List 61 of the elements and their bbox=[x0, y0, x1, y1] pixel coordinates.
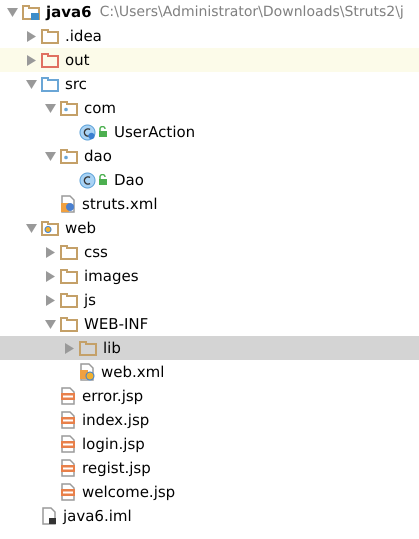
item-label: css bbox=[84, 243, 108, 261]
item-label: UserAction bbox=[114, 123, 196, 141]
jsp-file-icon bbox=[60, 483, 76, 501]
web-xml-file-icon bbox=[79, 363, 95, 381]
item-label: java6 bbox=[46, 3, 92, 21]
collapse-arrow-icon[interactable] bbox=[44, 150, 56, 162]
jsp-file-icon bbox=[60, 411, 76, 429]
jsp-file-icon bbox=[60, 435, 76, 453]
item-label: regist.jsp bbox=[82, 459, 151, 477]
web-folder-icon bbox=[41, 220, 59, 236]
source-folder-icon bbox=[41, 76, 59, 92]
jsp-file-icon bbox=[60, 387, 76, 405]
tree-row[interactable]: out bbox=[0, 48, 419, 72]
item-label: welcome.jsp bbox=[82, 483, 176, 501]
unlocked-lock-icon bbox=[98, 126, 108, 138]
iml-file-icon bbox=[41, 507, 57, 525]
package-icon bbox=[60, 148, 78, 164]
item-label: login.jsp bbox=[82, 435, 145, 453]
tree-row[interactable]: lib bbox=[0, 336, 419, 360]
folder-icon bbox=[60, 292, 78, 308]
item-label: dao bbox=[84, 147, 112, 165]
expand-arrow-icon[interactable] bbox=[26, 30, 36, 42]
item-label: web bbox=[65, 219, 96, 237]
struts-xml-file-icon bbox=[60, 195, 76, 213]
expand-arrow-icon[interactable] bbox=[64, 342, 74, 354]
folder-icon bbox=[60, 316, 78, 332]
item-label: java6.iml bbox=[63, 507, 132, 525]
item-label: src bbox=[65, 75, 87, 93]
jsp-file-icon bbox=[60, 459, 76, 477]
collapse-arrow-icon[interactable] bbox=[6, 6, 18, 18]
class-icon bbox=[79, 172, 96, 188]
folder-icon bbox=[60, 268, 78, 284]
folder-icon bbox=[41, 28, 59, 44]
item-label: index.jsp bbox=[82, 411, 150, 429]
expand-arrow-icon[interactable] bbox=[44, 294, 56, 306]
package-icon bbox=[60, 100, 78, 116]
unlocked-lock-icon bbox=[98, 174, 108, 186]
item-label: Dao bbox=[114, 171, 144, 189]
item-label: .idea bbox=[65, 27, 102, 45]
collapse-arrow-icon[interactable] bbox=[26, 78, 36, 90]
item-label: com bbox=[84, 99, 116, 117]
module-path: C:\Users\Administrator\Downloads\Struts2\j bbox=[100, 4, 404, 20]
expand-arrow-icon[interactable] bbox=[44, 246, 56, 258]
expand-arrow-icon[interactable] bbox=[26, 54, 36, 66]
item-label: struts.xml bbox=[82, 195, 158, 213]
excluded-folder-icon bbox=[41, 52, 59, 68]
expand-arrow-icon[interactable] bbox=[44, 270, 56, 282]
item-label: js bbox=[84, 291, 96, 309]
class-icon bbox=[79, 124, 96, 140]
collapse-arrow-icon[interactable] bbox=[44, 318, 56, 330]
folder-icon bbox=[79, 340, 97, 356]
module-folder-icon bbox=[22, 4, 40, 20]
item-label: web.xml bbox=[101, 363, 164, 381]
collapse-arrow-icon[interactable] bbox=[44, 102, 56, 114]
collapse-arrow-icon[interactable] bbox=[26, 222, 36, 234]
folder-icon bbox=[60, 244, 78, 260]
item-label: lib bbox=[103, 339, 121, 357]
item-label: error.jsp bbox=[82, 387, 144, 405]
item-label: out bbox=[65, 51, 90, 69]
item-label: WEB-INF bbox=[84, 315, 148, 333]
item-label: images bbox=[84, 267, 139, 285]
